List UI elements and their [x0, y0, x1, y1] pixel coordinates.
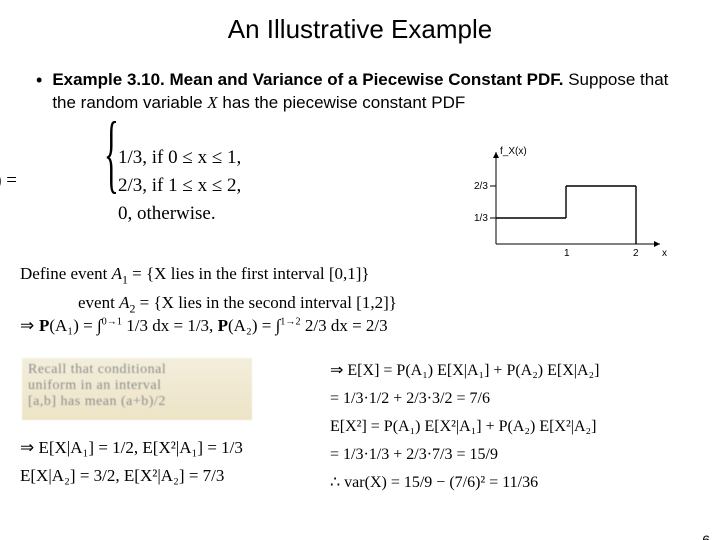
brace-icon: {: [104, 140, 119, 168]
p1-sym: P: [39, 316, 49, 335]
bullet-body-b: has the piecewise constant PDF: [218, 93, 466, 112]
eq-r5: ∴ var(X) = 15/9 − (7/6)² = 11/36: [330, 470, 599, 496]
chart-svg: f_X(x) 1/3 2/3 1 2 x: [470, 144, 670, 264]
conditional-expectation: ⇒ E[X|A₁] = 1/2, E[X²|A₁] = 1/3 E[X|A₂] …: [20, 434, 243, 490]
page-number: 6: [702, 532, 710, 540]
fx-label: fX(x) =: [0, 170, 17, 195]
recall-l1: Recall that conditional: [28, 362, 246, 378]
eq-r1: ⇒ E[X] = P(A₁) E[X|A₁] + P(A₂) E[X|A₂]: [330, 358, 599, 384]
p1-rest: 1/3 dx = 1/3,: [122, 316, 218, 335]
def2a: event: [78, 293, 119, 312]
define-line-1: Define event A1 = {X lies in the first i…: [20, 262, 397, 291]
right-equations: ⇒ E[X] = P(A₁) E[X|A₁] + P(A₂) E[X|A₂] =…: [330, 358, 599, 498]
xlabel: x: [662, 248, 667, 259]
pdf-row-3: 0, otherwise.: [118, 200, 241, 228]
xtick-2: 2: [633, 248, 639, 259]
def1a: Define event: [20, 264, 112, 283]
p2-rest: 2/3 dx = 2/3: [301, 316, 388, 335]
def2c: = {X lies in the second interval [1,2]}: [135, 293, 396, 312]
ytick-1: 1/3: [474, 213, 488, 224]
eq-r4: = 1/3·1/3 + 2/3·7/3 = 15/9: [330, 442, 599, 468]
def1b: A: [112, 264, 122, 283]
p1-lims: 0→1: [102, 316, 122, 327]
ytick-2: 2/3: [474, 181, 488, 192]
def1c: = {X lies in the first interval [0,1]}: [128, 264, 370, 283]
bullet-var: X: [207, 93, 217, 112]
cond-l1: ⇒ E[X|A₁] = 1/2, E[X²|A₁] = 1/3: [20, 434, 243, 462]
pdf-chart: f_X(x) 1/3 2/3 1 2 x: [470, 144, 670, 264]
pdf-definition: { 1/3, if 0 ≤ x ≤ 1, 2/3, if 1 ≤ x ≤ 2, …: [118, 144, 241, 228]
eq-r3: E[X²] = P(A₁) E[X²|A₁] + P(A₂) E[X²|A₂]: [330, 414, 599, 440]
recall-box: Recall that conditional uniform in an in…: [22, 358, 252, 420]
chart-ylabel: f_X(x): [500, 146, 527, 157]
bullet-row: • Example 3.10. Mean and Variance of a P…: [36, 69, 690, 115]
recall-l2: uniform in an interval: [28, 378, 246, 394]
p1-body: (A₁) = ∫: [49, 316, 101, 335]
pdf-row-1: 1/3, if 0 ≤ x ≤ 1,: [118, 144, 241, 172]
p2-sym: P: [218, 316, 228, 335]
example-number: Example 3.10. Mean and Variance of a Pie…: [52, 70, 563, 89]
slide-title: An Illustrative Example: [0, 14, 720, 45]
pdf-row-2: 2/3, if 1 ≤ x ≤ 2,: [118, 172, 241, 200]
define-block: Define event A1 = {X lies in the first i…: [20, 262, 397, 321]
arrow-1: ⇒: [20, 316, 39, 335]
prob-line: ⇒ P(A₁) = ∫0→1 1/3 dx = 1/3, P(A₂) = ∫1→…: [20, 316, 388, 336]
bullet-text: Example 3.10. Mean and Variance of a Pie…: [52, 69, 690, 115]
p2-body: (A₂) = ∫: [228, 316, 280, 335]
def2b: A: [119, 293, 129, 312]
recall-l3: [a,b] has mean (a+b)/2: [28, 394, 246, 410]
slide: An Illustrative Example • Example 3.10. …: [0, 14, 720, 540]
p2-lims: 1→2: [280, 316, 300, 327]
xtick-1: 1: [564, 248, 570, 259]
bullet-dot: •: [36, 69, 42, 92]
cond-l2: E[X|A₂] = 3/2, E[X²|A₂] = 7/3: [20, 462, 243, 490]
f-arg: (x) =: [0, 170, 17, 191]
eq-r2: = 1/3·1/2 + 2/3·3/2 = 7/6: [330, 386, 599, 412]
